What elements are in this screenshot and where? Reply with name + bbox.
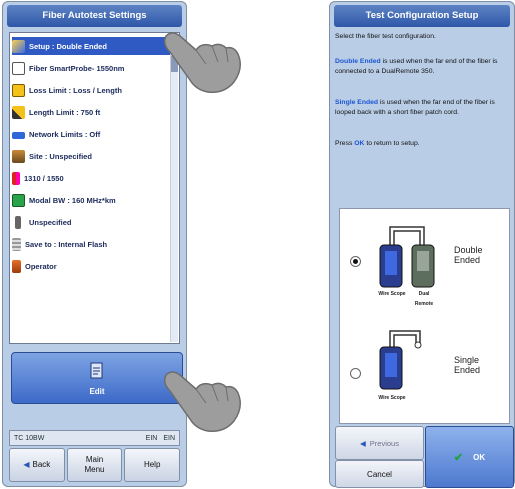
- ok-button[interactable]: ✔ OK: [425, 426, 514, 488]
- save-icon: [12, 237, 21, 251]
- settings-title: Fiber Autotest Settings: [7, 5, 182, 27]
- network-limits-icon: [12, 132, 25, 139]
- setting-item-wavelength[interactable]: 1310 / 1550: [12, 169, 170, 187]
- cable-icon: [15, 215, 21, 229]
- test-config-screen: Test Configuration Setup Select the fibe…: [329, 1, 515, 488]
- intro-text: Select the fiber test configuration.: [335, 33, 436, 40]
- loss-limit-icon: [12, 83, 25, 97]
- checkmark-icon: ✔: [453, 451, 464, 464]
- site-icon: [12, 149, 25, 163]
- setup-icon: [12, 39, 25, 53]
- wire-scope-label-2: Wire Scope: [378, 395, 406, 401]
- setting-item-smartprobe[interactable]: Fiber SmartProbe- 1550nm: [12, 59, 170, 77]
- setting-item-modal-bw[interactable]: Modal BW : 160 MHz*km: [12, 191, 170, 209]
- status-bar: TC 10BW EIN EIN: [9, 430, 180, 446]
- back-button[interactable]: ◀ Back: [9, 448, 65, 482]
- setting-item-site[interactable]: Site : Unspecified: [12, 147, 170, 165]
- pointing-hand-icon: [163, 32, 241, 94]
- setting-item-loss-limit[interactable]: Loss Limit : Loss / Length: [12, 81, 170, 99]
- setting-item-network-limits[interactable]: Network Limits : Off: [12, 125, 170, 143]
- length-limit-icon: [12, 105, 25, 119]
- double-ended-description: Double Ended is used when the far end of…: [335, 58, 498, 75]
- double-ended-label[interactable]: Double Ended: [454, 245, 483, 265]
- setting-item-cable[interactable]: Unspecified: [12, 213, 170, 231]
- modal-bw-icon: [12, 193, 25, 207]
- pointing-hand-icon-2: [163, 371, 241, 433]
- single-ended-radio[interactable]: [350, 368, 361, 379]
- back-arrow-icon: ◀: [23, 460, 30, 469]
- settings-list: Setup : Double Ended Fiber SmartProbe- 1…: [9, 32, 180, 344]
- press-ok-text: Press OK to return to setup.: [335, 140, 420, 147]
- setting-item-setup[interactable]: Setup : Double Ended: [12, 37, 170, 55]
- setting-item-operator[interactable]: Operator: [12, 257, 170, 275]
- setting-item-save-to[interactable]: Save to : Internal Flash: [12, 235, 170, 253]
- edit-icon: [90, 362, 103, 379]
- battery-indicator: EIN: [145, 434, 158, 442]
- single-ended-description: Single Ended is used when the far end of…: [335, 99, 495, 116]
- main-menu-button[interactable]: Main Menu: [66, 448, 123, 482]
- dual-remote-label: Dual Remote: [414, 291, 434, 307]
- settings-screen: Fiber Autotest Settings Setup : Double E…: [2, 1, 187, 487]
- previous-button[interactable]: ◀ Previous: [335, 426, 424, 460]
- operator-icon: [12, 259, 21, 273]
- configuration-options: Wire Scope Dual Remote Double Ended Wire…: [339, 208, 510, 424]
- setting-item-length-limit[interactable]: Length Limit : 750 ft: [12, 103, 170, 121]
- help-button[interactable]: Help: [124, 448, 181, 482]
- test-config-title: Test Configuration Setup: [334, 5, 510, 27]
- wire-scope-label: Wire Scope: [378, 291, 406, 297]
- cancel-button[interactable]: Cancel: [335, 460, 424, 488]
- edit-button[interactable]: Edit: [11, 352, 183, 404]
- double-ended-radio[interactable]: [350, 256, 361, 267]
- previous-arrow-icon: ◀: [360, 438, 366, 448]
- single-ended-label[interactable]: Single Ended: [454, 355, 480, 375]
- status-left: TC 10BW: [14, 434, 45, 442]
- smartprobe-icon: [12, 61, 25, 75]
- single-ended-diagram: [379, 330, 422, 390]
- wavelength-icon: [12, 171, 20, 185]
- softkey-row: ◀ Back Main Menu Help: [9, 448, 181, 482]
